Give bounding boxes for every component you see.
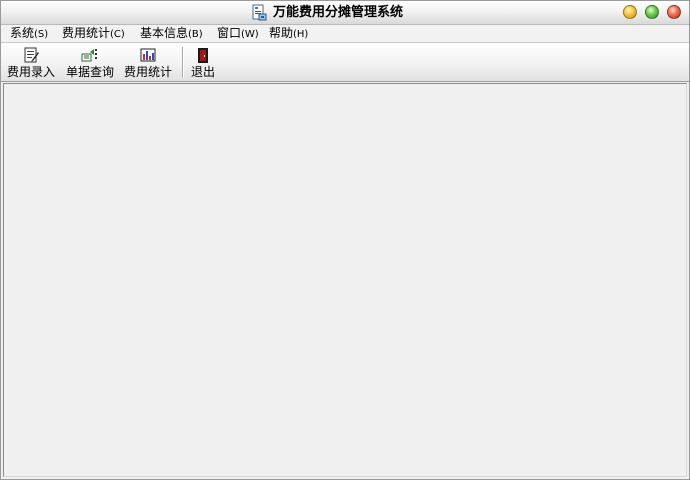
menu-expense-statistics[interactable]: 费用统计(C) [62, 25, 125, 42]
mdi-client-area[interactable] [3, 83, 687, 477]
toolbar-separator [182, 47, 184, 77]
menu-help-accel: (H) [293, 29, 309, 40]
menu-window-accel: (W) [241, 29, 259, 40]
menu-help-label: 帮助 [269, 26, 294, 40]
exit-door-icon [198, 48, 208, 63]
exit-button[interactable]: 退出 [187, 45, 219, 79]
menu-system-accel: (S) [34, 29, 49, 40]
menu-expense-statistics-label: 费用统计 [62, 26, 111, 40]
expense-entry-icon [24, 47, 39, 63]
menu-window-label: 窗口 [217, 26, 242, 40]
menu-system-label: 系统 [10, 26, 35, 40]
exit-label: 退出 [190, 65, 215, 79]
expense-entry-button[interactable]: 费用录入 [5, 45, 57, 79]
document-query-button[interactable]: 单据查询 [64, 45, 116, 79]
main-window: 万能费用分摊管理系统 系统(S) 费用统计(C) 基本信息(B) 窗口(W) 帮… [0, 0, 690, 480]
expense-statistics-label: 费用统计 [123, 65, 172, 79]
minimize-icon[interactable] [623, 5, 637, 19]
menu-bar: 系统(S) 费用统计(C) 基本信息(B) 窗口(W) 帮助(H) [1, 25, 689, 43]
maximize-icon[interactable] [645, 5, 659, 19]
menu-system[interactable]: 系统(S) [10, 25, 48, 42]
expense-statistics-icon [140, 48, 156, 62]
menu-window[interactable]: 窗口(W) [217, 25, 259, 42]
menu-basic-info-accel: (B) [188, 29, 203, 40]
menu-basic-info[interactable]: 基本信息(B) [140, 25, 203, 42]
toolbar: 费用录入 单据查询 费用统计 退出 [1, 43, 689, 82]
menu-basic-info-label: 基本信息 [140, 26, 189, 40]
menu-expense-statistics-accel: (C) [110, 29, 125, 40]
document-app-icon [251, 4, 267, 21]
document-query-icon [81, 49, 97, 62]
window-title: 万能费用分摊管理系统 [273, 5, 404, 20]
document-query-label: 单据查询 [65, 65, 114, 79]
close-icon[interactable] [667, 5, 681, 19]
menu-help[interactable]: 帮助(H) [269, 25, 308, 42]
expense-statistics-button[interactable]: 费用统计 [122, 45, 174, 79]
title-bar[interactable]: 万能费用分摊管理系统 [1, 1, 689, 25]
expense-entry-label: 费用录入 [6, 65, 55, 79]
